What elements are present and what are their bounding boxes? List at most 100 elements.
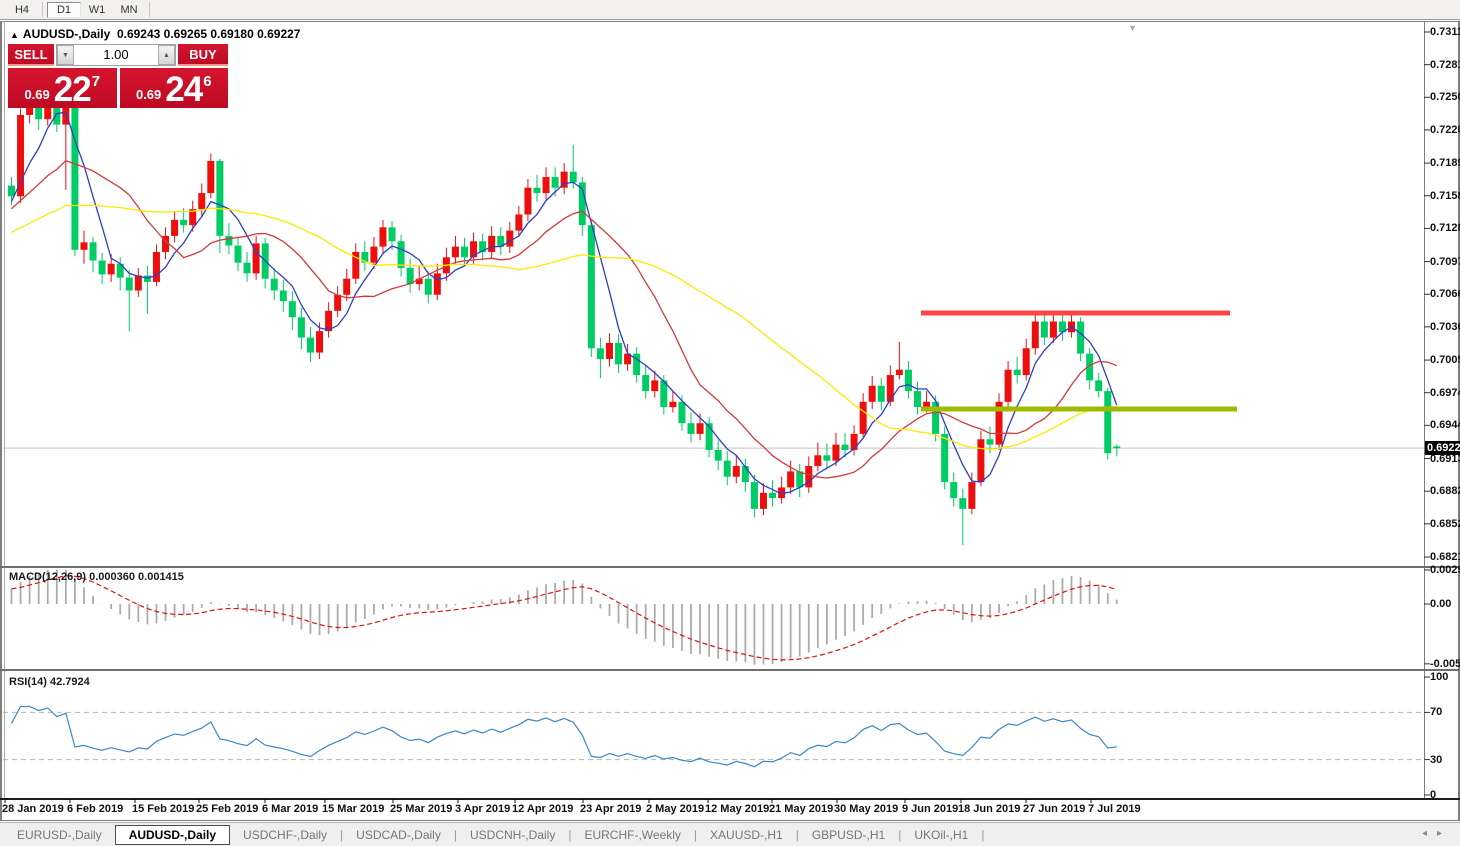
candle-body (125, 277, 133, 291)
candle-body (524, 187, 532, 215)
volume-spinner: ▼ 1.00 ▲ (56, 44, 176, 66)
candle-body (198, 193, 206, 210)
buy-price-pip: 6 (203, 73, 212, 90)
candle-body (769, 492, 777, 499)
candle-body (143, 275, 151, 282)
scroll-to-end-marker-icon[interactable]: ▼ (1128, 23, 1137, 33)
tab-scroll-left-icon[interactable]: ◂ (1422, 828, 1437, 839)
candle-body (1040, 321, 1048, 338)
candle-body (732, 466, 740, 477)
candle-body (515, 214, 523, 231)
buy-button[interactable]: BUY (178, 44, 228, 66)
current-price-tag: 0.69227 (1425, 441, 1460, 456)
rsi-label: RSI(14) 42.7924 (9, 676, 90, 688)
candle-body (723, 460, 731, 477)
candle-body (859, 401, 867, 434)
candle-body (832, 444, 840, 461)
candle-body (1022, 348, 1030, 376)
candle-body (243, 262, 251, 274)
candle-body (941, 433, 949, 483)
candle-body (370, 246, 378, 263)
candle-body (234, 245, 242, 263)
buy-price-box[interactable]: 0.69 24 6 (119, 68, 228, 108)
candle-body (877, 385, 885, 402)
chart-symbol-label: AUDUSD-,Daily (22, 27, 111, 41)
buy-price-prefix: 0.69 (135, 87, 162, 102)
rsi-line (10, 705, 1117, 768)
candle-body (488, 235, 496, 252)
candle-body (850, 433, 858, 450)
macd-values: 0.000360 0.001415 (89, 571, 184, 583)
candle-body (406, 268, 414, 285)
candle-body (651, 380, 659, 392)
candle-body (506, 230, 514, 247)
candle-body (551, 177, 559, 188)
candle-body (886, 375, 894, 402)
main-chart-panel (3, 94, 1424, 546)
candle-body (343, 278, 351, 295)
candle-body (596, 348, 604, 359)
candle-body (642, 375, 650, 392)
chart-canvas[interactable] (0, 0, 1460, 846)
candle-body (134, 275, 142, 291)
candle-body (89, 242, 97, 261)
candle-body (904, 369, 912, 392)
candle-body (796, 471, 804, 488)
candle-body (270, 278, 278, 291)
sell-button[interactable]: SELL (8, 44, 54, 66)
candle-body (424, 278, 432, 295)
candle-body (1004, 369, 1012, 402)
candle-body (107, 263, 115, 275)
candle-body (152, 251, 160, 282)
candle-body (669, 401, 677, 408)
rsi-panel (3, 705, 1424, 768)
ma-slow-line (11, 204, 1117, 450)
tab-scrollers: ◂▸ (1422, 828, 1452, 839)
candle-body (17, 114, 25, 197)
candle-body (80, 242, 88, 250)
candle-body (605, 342, 613, 359)
candle-body (379, 227, 387, 247)
candle-body (1031, 321, 1039, 349)
candle-body (950, 482, 958, 499)
candle-body (787, 471, 795, 488)
tab-scroll-right-icon[interactable]: ▸ (1437, 828, 1452, 839)
candle-body (759, 492, 767, 509)
candle-body (451, 246, 459, 258)
candle-body (35, 106, 43, 120)
candle-body (71, 106, 79, 250)
candle-body (823, 455, 831, 461)
candle-body (741, 466, 749, 483)
candle-body (895, 369, 903, 376)
candle-body (968, 482, 976, 509)
candle-body (288, 301, 296, 318)
candle-body (98, 260, 106, 275)
volume-input[interactable]: 1.00 (74, 45, 158, 65)
candle-body (914, 391, 921, 408)
candle-body (334, 294, 342, 311)
candle-body (216, 160, 224, 236)
candle-body (714, 449, 722, 461)
candle-body (977, 439, 985, 483)
candle-body (180, 219, 188, 226)
candle-body (225, 235, 233, 246)
candle-body (397, 241, 405, 269)
candle-body (316, 331, 324, 353)
candle-body (279, 290, 287, 302)
volume-decrease-button[interactable]: ▼ (57, 45, 74, 65)
candle-body (388, 227, 396, 242)
candle-body (1077, 321, 1085, 354)
symbol-marker-icon: ▲ (10, 30, 19, 40)
candle-body (1049, 321, 1057, 338)
candle-body (868, 385, 876, 402)
chart-title: ▲ AUDUSD-,Daily 0.69243 0.69265 0.69180 0… (10, 27, 300, 41)
candle-body (533, 187, 541, 194)
candle-body (1104, 391, 1112, 454)
candle-body (569, 171, 577, 183)
candle-body (587, 225, 595, 349)
candle-body (841, 444, 849, 450)
sell-price-box[interactable]: 0.69 22 7 (8, 68, 117, 108)
volume-increase-button[interactable]: ▲ (158, 45, 175, 65)
candle-body (959, 498, 967, 509)
candle-body (1095, 380, 1103, 392)
